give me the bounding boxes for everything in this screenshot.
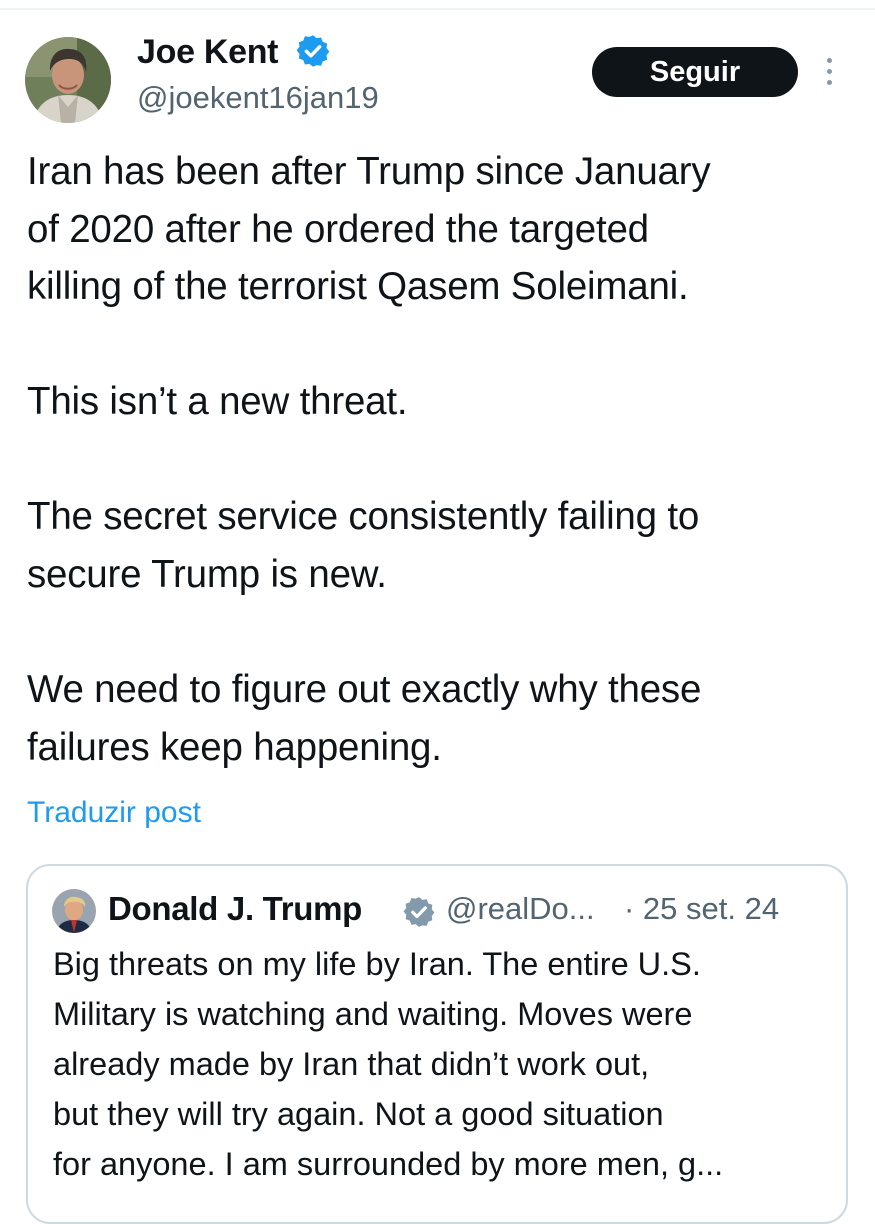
post-paragraph: The secret service consistently failing … [27, 495, 700, 596]
post-paragraph: Iran has been after Trump since January … [27, 150, 711, 308]
more-vertical-icon[interactable] [819, 54, 839, 90]
follow-button[interactable]: Seguir [592, 47, 798, 97]
verified-badge-icon [296, 35, 330, 67]
top-divider [0, 8, 875, 10]
profile-photo-icon [25, 37, 111, 123]
author-avatar[interactable] [25, 37, 111, 123]
post-paragraph: This isn’t a new threat. [27, 380, 408, 423]
verified-badge-icon [403, 897, 435, 927]
author-name[interactable]: Joe Kent [137, 30, 278, 74]
quote-date: · 25 set. 24 [624, 891, 780, 926]
post-paragraph: We need to figure out exactly why these … [27, 668, 702, 769]
quote-author-handle: @realDo... [446, 891, 595, 926]
quote-author-avatar [52, 889, 96, 933]
author-handle[interactable]: @joekent16jan19 [137, 78, 379, 118]
quote-author-name: Donald J. Trump [108, 890, 363, 927]
profile-photo-icon [52, 889, 96, 933]
quote-text: Big threats on my life by Iran. The enti… [53, 946, 724, 1182]
quoted-post-card[interactable]: Donald J. Trump @realDo... · 25 set. 24 … [26, 864, 848, 1224]
translate-post-link[interactable]: Traduzir post [27, 793, 201, 833]
